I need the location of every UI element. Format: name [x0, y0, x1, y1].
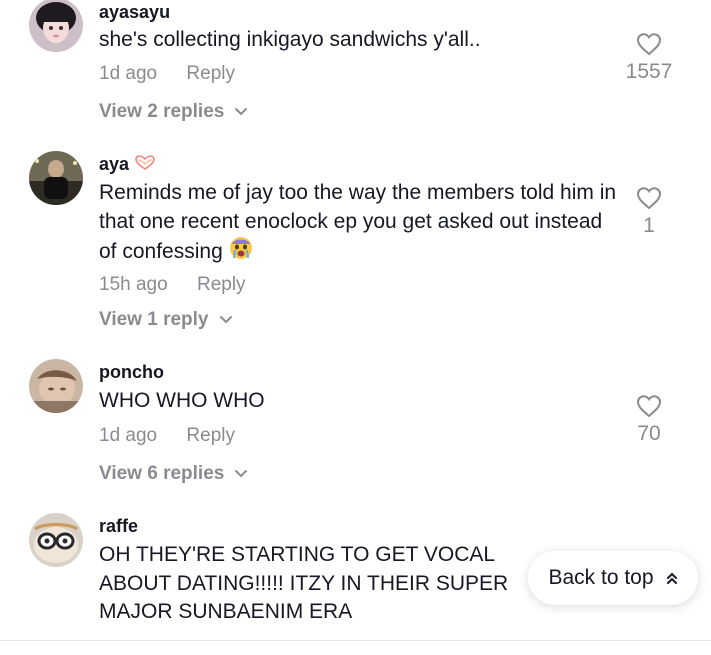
- back-to-top-label: Back to top: [548, 566, 654, 589]
- back-to-top-button[interactable]: Back to top: [528, 551, 698, 605]
- view-replies-button[interactable]: View 2 replies: [99, 101, 248, 123]
- comment-time: 1d ago: [99, 63, 158, 84]
- comments-page: ayasayu she's collecting inkigayo sandwi…: [0, 0, 711, 655]
- like-count: 1557: [625, 60, 673, 83]
- heart-icon: [636, 187, 662, 210]
- comment-username[interactable]: aya: [99, 154, 156, 176]
- reply-button[interactable]: Reply: [186, 63, 235, 84]
- like-button[interactable]: 1: [609, 186, 689, 238]
- chevron-down-icon: [235, 470, 248, 478]
- avatar[interactable]: [29, 513, 83, 567]
- comment-text: WHO WHO WHO: [99, 389, 265, 412]
- bottom-divider: [0, 640, 711, 641]
- comment-meta: 1d ago Reply: [99, 425, 235, 447]
- view-replies-button[interactable]: View 1 reply: [99, 309, 233, 331]
- comment-text-body: Reminds me of jay too the way the member…: [99, 181, 617, 263]
- avatar[interactable]: [29, 359, 83, 413]
- like-count: 1: [643, 214, 655, 237]
- chevron-down-icon: [219, 316, 232, 324]
- comment-time: 15h ago: [99, 274, 168, 295]
- like-button[interactable]: 70: [609, 394, 689, 446]
- hand-heart-icon: [134, 154, 156, 176]
- like-count: 70: [637, 422, 661, 445]
- avatar[interactable]: [29, 151, 83, 205]
- heart-icon: [636, 395, 662, 418]
- crying-face-icon: [229, 236, 253, 269]
- comment-username[interactable]: poncho: [99, 362, 164, 383]
- comment-meta: 1d ago Reply: [99, 63, 235, 85]
- view-replies-label: View 2 replies: [99, 101, 225, 122]
- double-chevron-up-icon: [666, 572, 677, 584]
- comment-meta: 15h ago Reply: [99, 274, 246, 296]
- comment-username[interactable]: ayasayu: [99, 2, 170, 23]
- comment-text: OH THEY'RE STARTING TO GET VOCAL ABOUT D…: [99, 543, 509, 623]
- comment-username[interactable]: raffe: [99, 516, 138, 537]
- avatar[interactable]: [29, 0, 83, 52]
- comment-text: Reminds me of jay too the way the member…: [99, 179, 619, 269]
- comment-time: 1d ago: [99, 425, 158, 446]
- like-button[interactable]: 1557: [609, 32, 689, 84]
- heart-icon: [636, 33, 662, 56]
- view-replies-label: View 6 replies: [99, 463, 225, 484]
- chevron-down-icon: [235, 108, 248, 116]
- view-replies-label: View 1 reply: [99, 309, 209, 330]
- comment-text: she's collecting inkigayo sandwichs y'al…: [99, 28, 481, 51]
- reply-button[interactable]: Reply: [186, 425, 235, 446]
- view-replies-button[interactable]: View 6 replies: [99, 463, 248, 485]
- reply-button[interactable]: Reply: [197, 274, 246, 295]
- comment-username-text: aya: [99, 154, 130, 174]
